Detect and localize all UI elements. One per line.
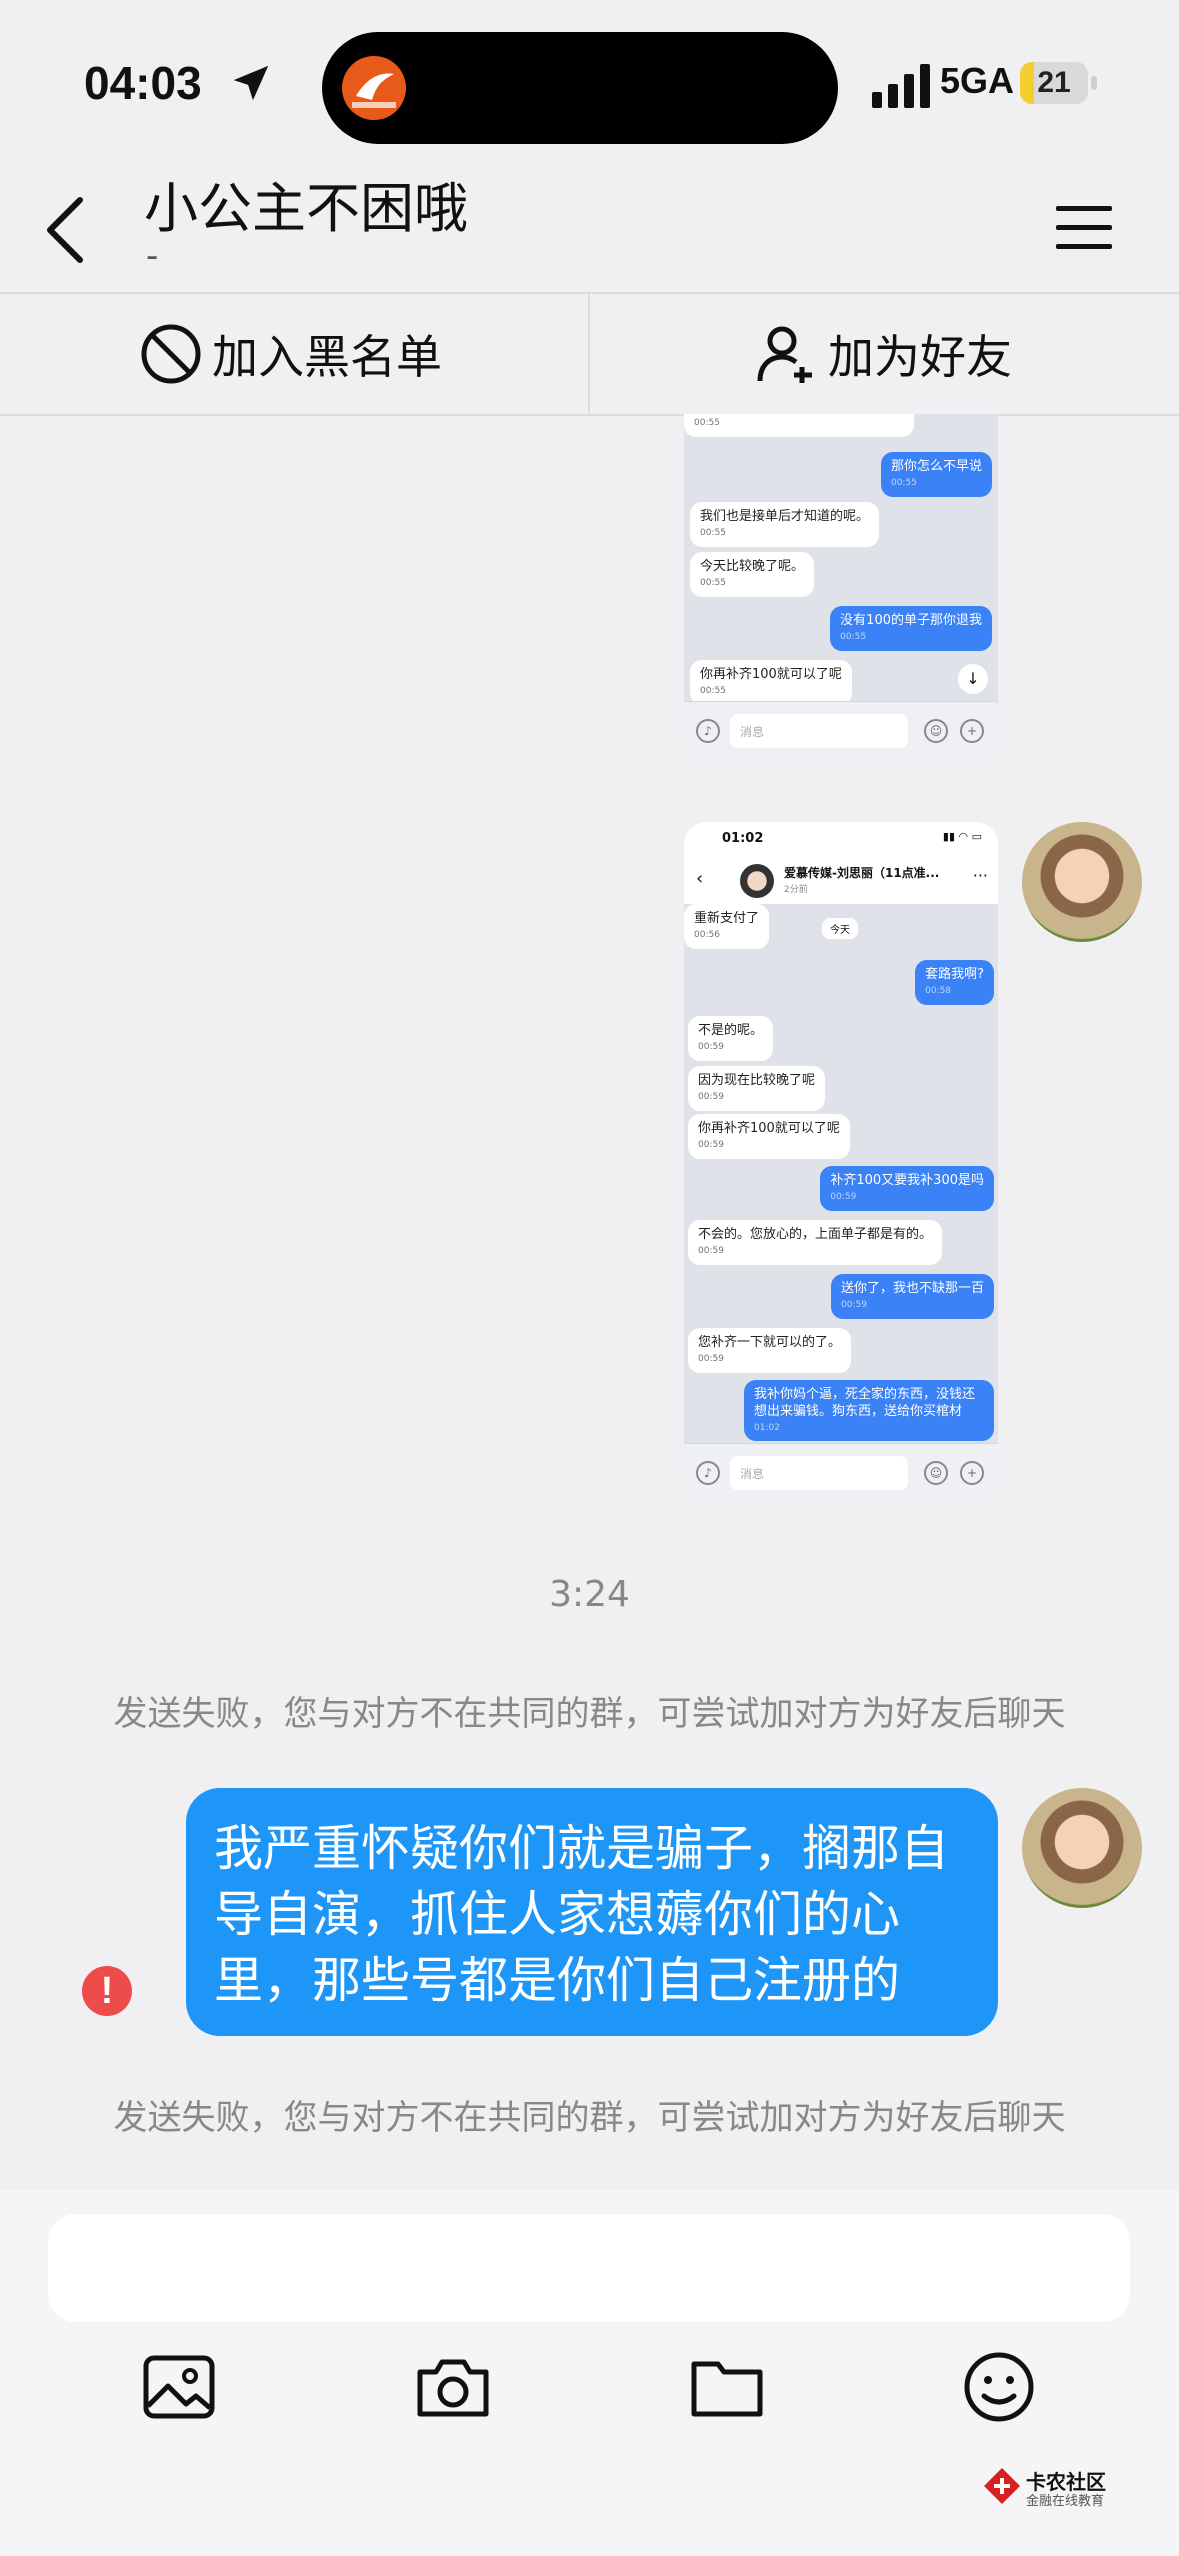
image-message: 我们也是接单后才知道的呢。 00:55 xyxy=(690,502,880,547)
dynamic-island xyxy=(322,32,838,144)
image-input: 消息 xyxy=(730,1456,908,1490)
day-chip: 今天 xyxy=(822,918,858,939)
emoji-icon: ☺ xyxy=(924,719,948,743)
watermark-logo-icon xyxy=(984,2468,1020,2504)
chat-header: 小公主不困哦 - xyxy=(0,160,1179,292)
message-input[interactable] xyxy=(48,2214,1130,2322)
chat-title: 小公主不困哦 xyxy=(144,177,468,240)
add-friend-label: 加为好友 xyxy=(828,330,1012,384)
scroll-down-icon: ↓ xyxy=(958,664,988,694)
block-button[interactable]: 加入黑名单 xyxy=(140,294,442,414)
mic-icon: ♪ xyxy=(696,1461,720,1485)
image-message: 不是的呢。 00:59 xyxy=(688,1016,774,1061)
battery-icon: 21 xyxy=(1020,62,1088,104)
menu-button[interactable] xyxy=(1056,204,1112,252)
mic-icon: ♪ xyxy=(696,719,720,743)
image-status-bar: 01:02 ▮▮ ◠ ▭ xyxy=(684,822,998,856)
my-avatar[interactable] xyxy=(1022,1788,1142,1908)
battery-level: 21 xyxy=(1037,66,1071,99)
add-user-icon xyxy=(757,326,812,383)
image-input-bar: ♪ 消息 ☺ + xyxy=(684,1443,998,1502)
image-message: 没有100的单子那你退我 00:55 xyxy=(830,606,992,651)
more-icon: ··· xyxy=(972,866,988,885)
location-arrow-icon xyxy=(233,65,269,101)
image-message: 了呢00:55 xyxy=(684,414,914,437)
image-message: 那你怎么不早说 00:55 xyxy=(880,452,992,497)
status-time: 04:03 xyxy=(84,57,202,109)
image-message: 送你了，我也不缺那一百 00:59 xyxy=(830,1274,994,1319)
add-friend-button[interactable]: 加为好友 xyxy=(756,294,1012,414)
image-message: 您补齐一下就可以的了。 00:59 xyxy=(688,1328,852,1373)
chat-image-1[interactable]: 了呢00:55 那你怎么不早说00:55 我们也是接单后才知道的呢。00:55 … xyxy=(684,414,998,760)
image-message: 重新支付了 00:56 xyxy=(684,904,770,949)
camera-icon[interactable] xyxy=(412,2346,494,2428)
block-label: 加入黑名单 xyxy=(212,330,442,384)
image-message: 因为现在比较晚了呢 00:59 xyxy=(688,1066,826,1111)
network-type: 5GA xyxy=(940,60,1015,101)
composer: 卡农社区 金融在线教育 xyxy=(0,2190,1179,2556)
image-message: 今天比较晚了呢。 00:55 xyxy=(690,552,815,597)
plus-icon: + xyxy=(960,1461,984,1485)
image-chat-header: ‹ 爱慕传媒-刘思丽（11点准... 2分前 ··· xyxy=(684,856,998,904)
ban-icon xyxy=(141,324,201,384)
send-failed-notice: 发送失败，您与对方不在共同的群，可尝试加对方为好友后聊天 xyxy=(113,2098,1066,2138)
send-failed-notice: 发送失败，您与对方不在共同的群，可尝试加对方为好友后聊天 xyxy=(113,1694,1066,1734)
watermark: 卡农社区 金融在线教育 xyxy=(982,2466,1122,2516)
image-input: 消息 xyxy=(730,714,908,748)
image-message: 你再补齐100就可以了呢 00:55 xyxy=(690,660,852,705)
emoji-icon: ☺ xyxy=(924,1461,948,1485)
emoji-icon[interactable] xyxy=(958,2346,1040,2428)
message-timestamp: 3:24 xyxy=(549,1574,630,1615)
image-message: 补齐100又要我补300是吗 00:59 xyxy=(820,1166,994,1211)
avatar xyxy=(740,864,774,898)
cellular-signal-icon xyxy=(872,64,930,108)
image-icon[interactable] xyxy=(138,2346,220,2428)
image-input-bar: ♪ 消息 ☺ + xyxy=(684,701,998,760)
image-message: 我补你妈个逼，死全家的东西，没钱还想出来骗钱。狗东西，送给你买棺材 01:02 xyxy=(744,1380,994,1442)
plus-icon: + xyxy=(960,719,984,743)
divider xyxy=(588,294,590,414)
image-message: 不会的。您放心的，上面单子都是有的。 00:59 xyxy=(688,1220,943,1265)
folder-icon[interactable] xyxy=(686,2346,768,2428)
chat-image-2[interactable]: 01:02 ▮▮ ◠ ▭ ‹ 爱慕传媒-刘思丽（11点准... 2分前 ··· … xyxy=(684,822,998,1502)
action-bar: 加入黑名单 加为好友 xyxy=(0,292,1179,416)
outgoing-message[interactable]: 我严重怀疑你们就是骗子，搁那自导自演，抓住人家想薅你们的心里，那些号都是你们自己… xyxy=(186,1788,998,2036)
back-icon: ‹ xyxy=(696,868,704,889)
my-avatar[interactable] xyxy=(1022,822,1142,942)
back-button[interactable] xyxy=(38,190,98,270)
error-icon[interactable]: ! xyxy=(82,1966,132,2016)
app-logo-icon xyxy=(342,56,406,120)
chat-subtitle: - xyxy=(146,236,159,276)
image-message: 套路我啊? 00:58 xyxy=(915,960,994,1005)
battery-tip xyxy=(1091,76,1097,90)
status-bar: 04:03 5GA 21 xyxy=(0,0,1179,160)
status-icons: ▮▮ ◠ ▭ xyxy=(942,830,982,843)
image-message: 你再补齐100就可以了呢 00:59 xyxy=(688,1114,850,1159)
